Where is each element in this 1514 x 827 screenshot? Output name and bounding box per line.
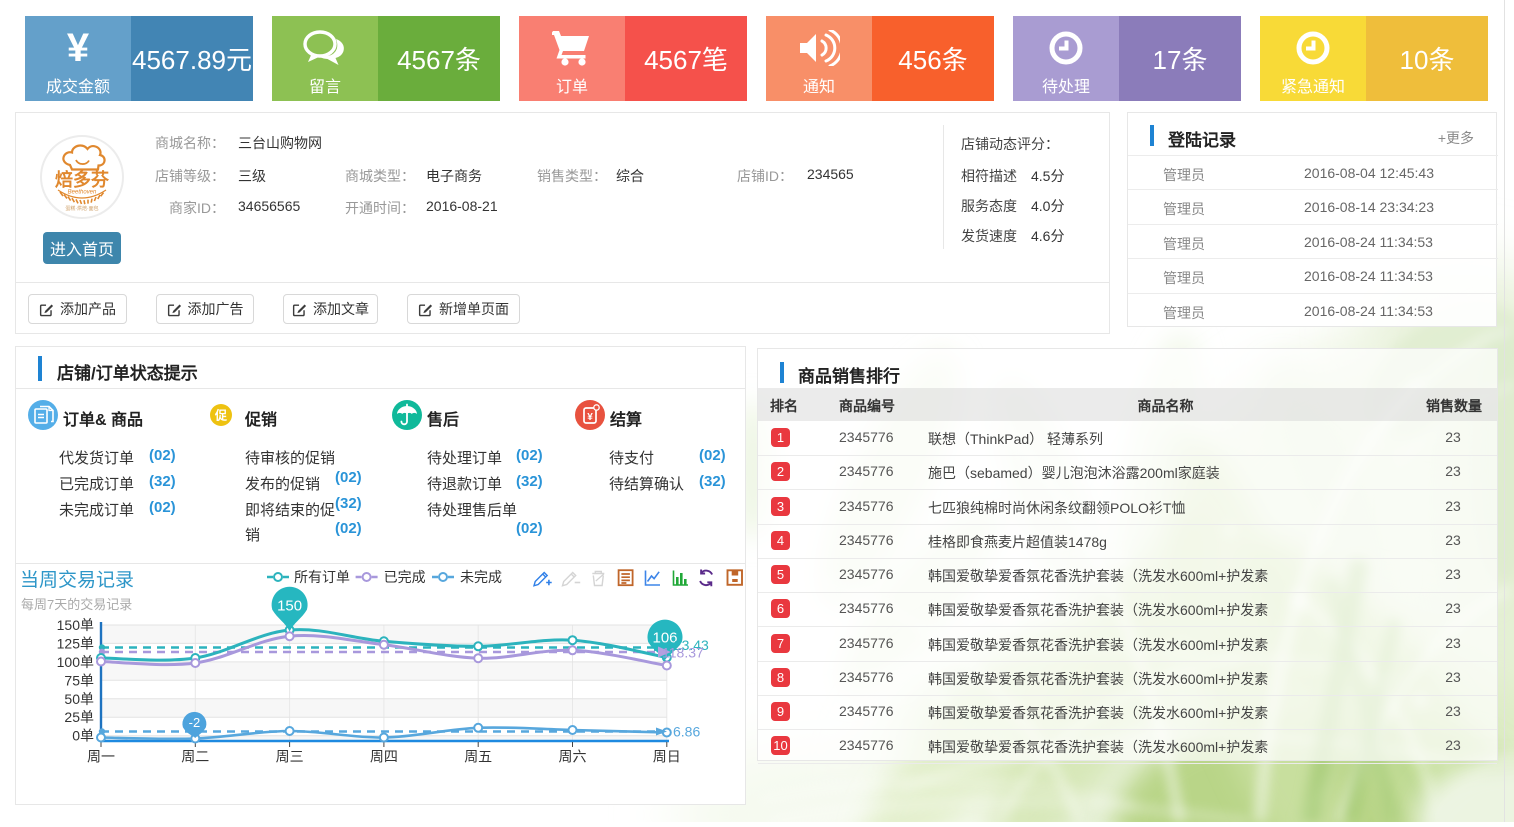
svg-text:当周交易记录: 当周交易记录 [20, 569, 134, 591]
svg-text:¥: ¥ [587, 412, 593, 423]
svg-text:6.86: 6.86 [673, 724, 700, 740]
svg-text:焙多芬: 焙多芬 [55, 169, 110, 190]
svg-text:50单: 50单 [64, 691, 94, 707]
svg-text:未完成: 未完成 [460, 569, 502, 585]
svg-text:125单: 125单 [57, 635, 94, 651]
svg-text:150: 150 [277, 598, 302, 615]
svg-text:周五: 周五 [464, 749, 492, 765]
svg-text:周日: 周日 [653, 749, 681, 765]
svg-text:促: 促 [214, 408, 228, 423]
svg-text:25单: 25单 [64, 709, 94, 725]
svg-text:75单: 75单 [64, 672, 94, 688]
svg-text:蛋糕·烘焙·面包: 蛋糕·烘焙·面包 [65, 205, 98, 212]
svg-text:所有订单: 所有订单 [294, 569, 350, 585]
svg-text:100单: 100单 [57, 654, 94, 670]
svg-text:Beethoven: Beethoven [68, 190, 97, 196]
svg-text:118.37: 118.37 [662, 645, 704, 661]
svg-text:0单: 0单 [72, 728, 94, 744]
svg-text:周一: 周一 [87, 749, 115, 765]
svg-text:-2: -2 [189, 715, 201, 730]
svg-text:周六: 周六 [559, 749, 587, 765]
svg-text:周四: 周四 [370, 749, 398, 765]
svg-text:150单: 150单 [57, 617, 94, 633]
svg-text:每周7天的交易记录: 每周7天的交易记录 [21, 597, 132, 612]
svg-text:周三: 周三 [276, 749, 304, 765]
svg-text:已完成: 已完成 [384, 569, 426, 585]
svg-text:周二: 周二 [181, 749, 209, 765]
